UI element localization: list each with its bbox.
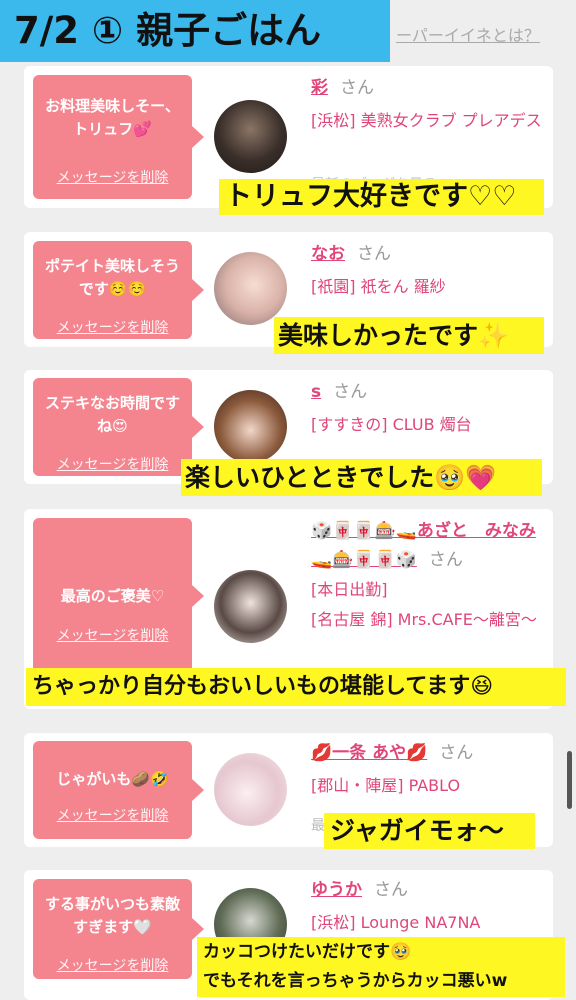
delete-message-link[interactable]: メッセージを削除 [33,625,192,645]
delete-message-link[interactable]: メッセージを削除 [33,167,192,187]
cast-shop: [浜松] Lounge NA7NA [311,913,481,932]
caption-line: カッコつけたいだけです🥹 [203,942,412,962]
cast-name-row: なお さん [311,240,543,269]
honorific: さん [357,244,391,264]
cast-name-link[interactable]: s [311,382,321,402]
caption-overlay: 楽しいひとときでした🥹💗 [181,459,542,496]
scrollbar[interactable] [567,751,572,809]
message-text: ステキなお時間ですね😍 [44,394,180,435]
cast-avatar[interactable] [214,100,287,173]
super-iine-help-link[interactable]: ーパーイイネとは？ [396,22,540,46]
cast-name-row: 彩さん [311,74,543,103]
message-text: お料理美味しそー、トリュフ💕 [45,97,180,138]
honorific: さん [439,743,474,763]
page-title: 7/2 ① 親子ごはん [0,0,390,62]
message-bubble: ステキなお時間ですね😍 メッセージを削除 [33,378,204,476]
cast-avatar[interactable] [214,390,287,463]
caption-line: でもそれを言っちゃうからカッコ悪いw [203,971,508,991]
caption-overlay: ジャガイモォ〜 [324,813,535,849]
caption-overlay: ちゃっかり自分もおいしいもの堪能してます😆 [26,668,566,706]
cast-avatar[interactable] [214,252,287,325]
cast-shop-location: [名古屋 錦] Mrs.CAFE〜離宮〜 [311,610,537,629]
cast-name-link[interactable]: 💋一条 あや💋 [311,743,427,763]
caption-overlay: トリュフ大好きです♡♡ [219,179,544,215]
cast-name-link[interactable]: なお [311,244,345,264]
delete-message-link[interactable]: メッセージを削除 [33,454,192,474]
message-bubble: お料理美味しそー、トリュフ💕 メッセージを削除 [33,75,204,199]
cast-shop: [すすきの] CLUB 燭台 [311,415,472,434]
cast-name-row: ゆうか さん [311,876,543,905]
cast-name-link[interactable]: 彩 [311,78,328,98]
cast-name-row: 🎲🀄🀄🎰🚤あざと みなみ🚤🎰🀄🀄🎲 さん [311,517,543,575]
cast-shop: [祇園] 祇をん 羅紗 [311,277,446,296]
caption-overlay: カッコつけたいだけです🥹 でもそれを言っちゃうからカッコ悪いw [197,937,565,997]
message-text: する事がいつも素敵すぎます🤍 [44,895,180,936]
message-text: 最高のご褒美♡ [60,587,165,605]
cast-avatar[interactable] [214,753,287,826]
blog-link[interactable]: 最 [311,815,325,835]
cast-name-link[interactable]: 🎲🀄🀄🎰🚤あざと みなみ🚤🎰🀄🀄🎲 [311,521,536,570]
message-text: ポテイト美味しそうです☺️☺️ [44,257,180,298]
message-bubble: 最高のご褒美♡ メッセージを削除 [33,518,204,674]
honorific: さん [340,78,374,98]
cast-name-row: 💋一条 あや💋 さん [311,739,543,768]
cast-shop: [郡山・陣屋] PABLO [311,776,461,795]
message-bubble: じゃがいも🥔🤣 メッセージを削除 [33,741,204,839]
delete-message-link[interactable]: メッセージを削除 [33,805,192,825]
honorific: さん [374,880,408,900]
message-text: じゃがいも🥔🤣 [56,770,169,788]
cast-shop: [本日出勤] [311,580,388,599]
caption-overlay: 美味しかったです✨ [274,317,544,354]
delete-message-link[interactable]: メッセージを削除 [33,955,192,975]
cast-avatar[interactable] [214,570,287,643]
honorific: さん [428,550,463,570]
message-bubble: ポテイト美味しそうです☺️☺️ メッセージを削除 [33,241,204,339]
message-bubble: する事がいつも素敵すぎます🤍 メッセージを削除 [33,879,204,979]
cast-name-link[interactable]: ゆうか [311,880,362,900]
delete-message-link[interactable]: メッセージを削除 [33,317,192,337]
honorific: さん [333,382,368,402]
cast-shop: [浜松] 美熟女クラブ プレアデス [311,111,542,130]
cast-name-row: s さん [311,378,543,407]
